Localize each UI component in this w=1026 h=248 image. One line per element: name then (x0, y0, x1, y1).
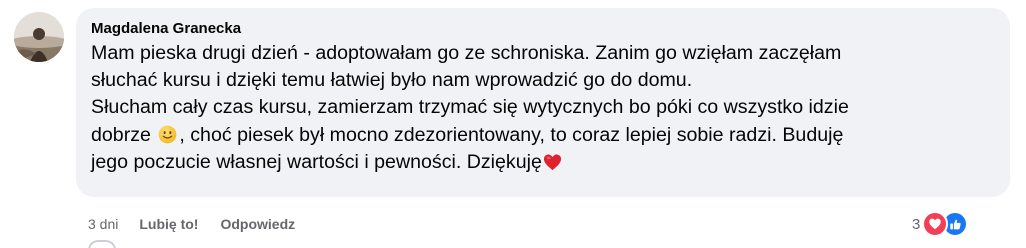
reply-button[interactable]: Odpowiedz (220, 216, 295, 232)
reactions-summary[interactable]: 3 (912, 211, 969, 237)
comment-text-line-4-start: dobrze (91, 123, 157, 146)
comment-text-line-3: Słucham cały czas kursu, zamierzam trzym… (91, 96, 849, 119)
comment-actions: 3 dni Lubię to! Odpowiedz (88, 214, 295, 234)
comment-text-line-5: jego poczucie własnej wartości i pewnośc… (91, 149, 996, 176)
comment-text-line-4: dobrze , choć piesek był mocno zdezorien… (91, 122, 996, 149)
red-heart-icon (543, 154, 561, 170)
avatar-image (14, 12, 64, 62)
comment-author[interactable]: Magdalena Granecka (91, 19, 996, 39)
comment-bubble: Magdalena Granecka Mam pieska drugi dzie… (76, 8, 1010, 197)
comment-text-line-4-end: , choć piesek był mocno zdezorientowany,… (179, 123, 844, 146)
comment-timestamp[interactable]: 3 dni (88, 216, 118, 232)
slightly-smiling-face-icon (159, 125, 177, 143)
avatar[interactable] (14, 12, 64, 62)
reply-thread-connector (88, 240, 116, 248)
comment-text-line-1: Mam pieska drugi dzień - adoptowałam go … (91, 42, 842, 64)
comment-text-line-2: słuchać kursu i dzięki temu łatwiej było… (91, 69, 693, 92)
like-button[interactable]: Lubię to! (139, 216, 198, 232)
love-reaction-icon (922, 211, 949, 237)
comment-text-line-5-text: jego poczucie własnej wartości i pewnośc… (91, 150, 542, 173)
comment: Magdalena Granecka Mam pieska drugi dzie… (0, 0, 1026, 248)
reaction-count: 3 (912, 215, 921, 233)
